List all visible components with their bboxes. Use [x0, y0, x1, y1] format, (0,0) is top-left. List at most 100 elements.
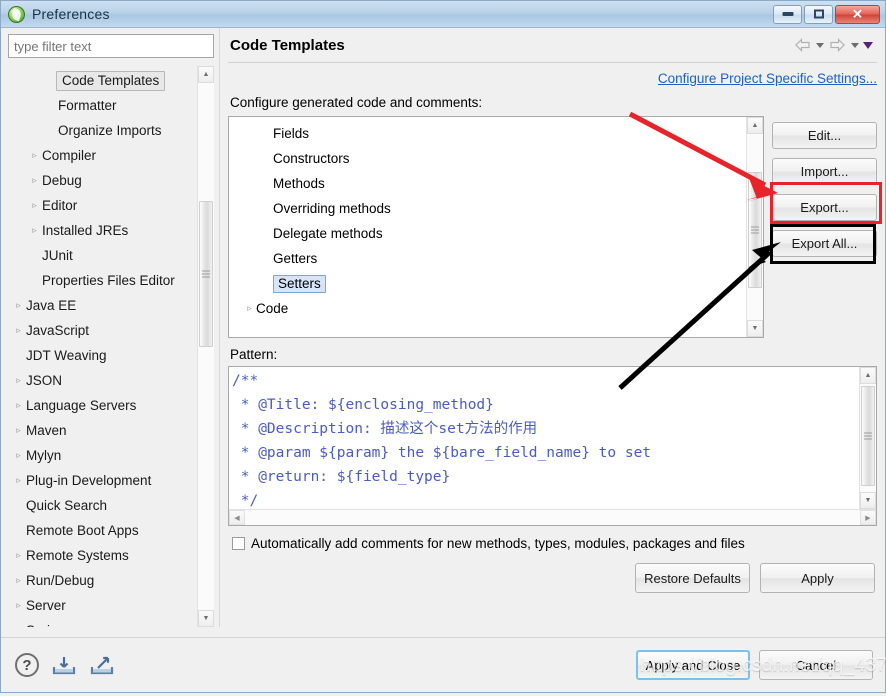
restore-defaults-button[interactable]: Restore Defaults	[635, 563, 750, 593]
expand-arrow-icon[interactable]: ▹	[12, 450, 25, 461]
pattern-hscroll-track[interactable]	[245, 510, 860, 525]
pattern-scroll-up-icon[interactable]: ▲	[860, 367, 876, 384]
export-preferences-icon[interactable]	[89, 654, 115, 676]
sidebar-item-editor[interactable]: ▹ Editor	[8, 193, 197, 218]
scroll-track[interactable]	[198, 83, 214, 610]
template-item-getters[interactable]: Getters	[229, 246, 746, 271]
expand-arrow-icon[interactable]: ▹	[28, 175, 41, 186]
auto-comments-checkbox-row[interactable]: Automatically add comments for new metho…	[228, 526, 877, 551]
sidebar-item-plug-in-development[interactable]: ▹ Plug-in Development	[8, 468, 197, 493]
template-item-setters[interactable]: Setters	[229, 271, 746, 296]
sidebar-item-run-debug[interactable]: ▹ Run/Debug	[8, 568, 197, 593]
templates-scroll-thumb[interactable]	[748, 172, 762, 288]
export-button[interactable]: Export...	[772, 194, 877, 221]
sidebar-item-server[interactable]: ▹ Server	[8, 593, 197, 618]
sidebar-scrollbar[interactable]: ▲ ▼	[197, 66, 214, 627]
pattern-code[interactable]: /** * @Title: ${enclosing_method} * @Des…	[229, 367, 859, 509]
expand-arrow-icon[interactable]: ▹	[12, 550, 25, 561]
expand-arrow-icon[interactable]: ▹	[12, 375, 25, 386]
sidebar-item-remote-boot-apps[interactable]: Remote Boot Apps	[8, 518, 197, 543]
sidebar-item-organize-imports[interactable]: Organize Imports	[8, 118, 197, 143]
pattern-vscrollbar[interactable]: ▲ ▼	[859, 367, 876, 509]
minimize-button[interactable]	[773, 4, 802, 24]
sidebar-item-java-ee[interactable]: ▹ Java EE	[8, 293, 197, 318]
pattern-scroll-right-icon[interactable]: ▶	[860, 510, 876, 525]
sidebar-item-json[interactable]: ▹ JSON	[8, 368, 197, 393]
sidebar-item-label: Spring	[25, 623, 65, 627]
title-bar: Preferences ✕	[1, 1, 885, 28]
help-icon[interactable]: ?	[15, 653, 39, 677]
expand-arrow-icon[interactable]: ▹	[12, 575, 25, 586]
sidebar-item-maven[interactable]: ▹ Maven	[8, 418, 197, 443]
expand-arrow-icon[interactable]: ▹	[243, 303, 256, 314]
sidebar: Code Templates Formatter Organize Imports ▹…	[1, 28, 219, 627]
templates-scroll-down-icon[interactable]: ▼	[747, 320, 763, 337]
import-button[interactable]: Import...	[772, 158, 877, 185]
scroll-thumb[interactable]	[199, 201, 213, 347]
expand-arrow-icon[interactable]: ▹	[12, 300, 25, 311]
sidebar-item-formatter[interactable]: Formatter	[8, 93, 197, 118]
templates-list[interactable]: Fields Constructors Methods Overriding meth…	[229, 117, 746, 337]
configure-project-specific-settings-link[interactable]: Configure Project Specific Settings...	[658, 71, 877, 86]
auto-comments-label: Automatically add comments for new metho…	[251, 536, 745, 551]
sidebar-item-label: Maven	[26, 423, 67, 438]
sidebar-item-label: Quick Search	[26, 498, 108, 513]
pattern-scroll-down-icon[interactable]: ▼	[860, 492, 876, 509]
sidebar-item-language-servers[interactable]: ▹ Language Servers	[8, 393, 197, 418]
scroll-down-icon[interactable]: ▼	[198, 610, 214, 627]
expand-arrow-icon[interactable]: ▹	[12, 400, 25, 411]
expand-arrow-icon[interactable]: ▹	[12, 475, 25, 486]
dialog-footer: ? Apply and Close Cancel	[1, 638, 885, 692]
template-item-delegate-methods[interactable]: Delegate methods	[229, 221, 746, 246]
close-button[interactable]: ✕	[835, 4, 880, 24]
templates-scroll-track[interactable]	[747, 134, 763, 320]
expand-arrow-icon[interactable]: ▹	[28, 150, 41, 161]
template-item-methods[interactable]: Methods	[229, 171, 746, 196]
sidebar-item-junit[interactable]: JUnit	[8, 243, 197, 268]
template-item-fields[interactable]: Fields	[229, 121, 746, 146]
view-menu-icon[interactable]	[863, 41, 873, 49]
sidebar-item-remote-systems[interactable]: ▹ Remote Systems	[8, 543, 197, 568]
sidebar-item-debug[interactable]: ▹ Debug	[8, 168, 197, 193]
scroll-up-icon[interactable]: ▲	[198, 66, 214, 83]
expand-arrow-icon[interactable]: ▹	[28, 225, 41, 236]
templates-scrollbar[interactable]: ▲ ▼	[746, 117, 763, 337]
forward-arrow-icon[interactable]	[828, 37, 847, 53]
edit-button[interactable]: Edit...	[772, 122, 877, 149]
apply-and-close-button[interactable]: Apply and Close	[636, 650, 750, 680]
filter-input[interactable]	[8, 34, 214, 58]
expand-arrow-icon[interactable]: ▹	[12, 325, 25, 336]
pattern-hscrollbar[interactable]: ◀ ▶	[229, 509, 876, 525]
pattern-scroll-thumb[interactable]	[861, 386, 875, 486]
template-item-constructors[interactable]: Constructors	[229, 146, 746, 171]
template-item-label: Code	[256, 301, 289, 316]
sidebar-item-javascript[interactable]: ▹ JavaScript	[8, 318, 197, 343]
export-all-button[interactable]: Export All...	[772, 230, 877, 257]
sidebar-item-jdt-weaving[interactable]: JDT Weaving	[8, 343, 197, 368]
back-dropdown-icon[interactable]	[816, 42, 824, 48]
sidebar-item-properties-files-editor[interactable]: Properties Files Editor	[8, 268, 197, 293]
sidebar-item-quick-search[interactable]: Quick Search	[8, 493, 197, 518]
pattern-scroll-track[interactable]	[860, 384, 876, 492]
sidebar-item-spring[interactable]: ▹Spring	[8, 618, 197, 627]
sidebar-item-installed-jres[interactable]: ▹ Installed JREs	[8, 218, 197, 243]
forward-dropdown-icon[interactable]	[851, 42, 859, 48]
sidebar-item-code-templates[interactable]: Code Templates	[8, 68, 197, 93]
apply-button[interactable]: Apply	[760, 563, 875, 593]
template-item-overriding-methods[interactable]: Overriding methods	[229, 196, 746, 221]
expand-arrow-icon[interactable]: ▹	[12, 425, 25, 436]
expand-arrow-icon[interactable]: ▹	[12, 600, 25, 611]
template-item-code[interactable]: ▹ Code	[229, 296, 746, 321]
templates-scroll-up-icon[interactable]: ▲	[747, 117, 763, 134]
pattern-scroll-left-icon[interactable]: ◀	[229, 510, 245, 525]
cancel-button[interactable]: Cancel	[759, 650, 873, 680]
expand-arrow-icon[interactable]: ▹	[12, 625, 25, 627]
navigation-bar	[793, 37, 877, 53]
auto-comments-checkbox[interactable]	[232, 537, 245, 550]
maximize-button[interactable]	[804, 4, 833, 24]
back-arrow-icon[interactable]	[793, 37, 812, 53]
sidebar-item-mylyn[interactable]: ▹ Mylyn	[8, 443, 197, 468]
sidebar-item-compiler[interactable]: ▹ Compiler	[8, 143, 197, 168]
import-preferences-icon[interactable]	[51, 654, 77, 676]
expand-arrow-icon[interactable]: ▹	[28, 200, 41, 211]
